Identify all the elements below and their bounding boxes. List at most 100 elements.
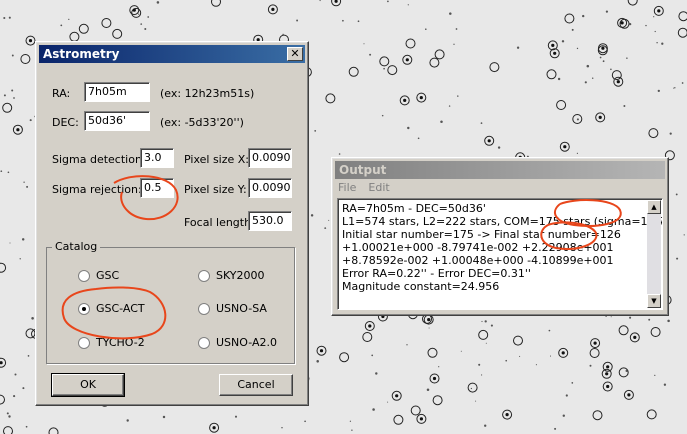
star-dot (310, 214, 314, 217)
star-dot (613, 78, 616, 80)
output-line: +8.78592e-002 +1.00048e+000 -4.10899e+00… (342, 254, 614, 267)
star-marker (399, 95, 410, 106)
output-titlebar[interactable]: Output (335, 161, 665, 179)
star-marker (429, 373, 440, 384)
star-marker (629, 332, 640, 343)
output-scrollbar[interactable]: ▲ ▼ (647, 200, 661, 308)
star-marker (25, 328, 36, 339)
catalog-radio-label: GSC-ACT (96, 302, 145, 315)
star-marker (12, 124, 23, 135)
star-dot (425, 28, 427, 30)
sigma-detection-input[interactable]: 3.0 (140, 148, 174, 168)
catalog-radio-label: SKY2000 (216, 269, 265, 282)
star-dot (314, 130, 317, 132)
star-marker (602, 361, 613, 372)
star-dot (381, 114, 384, 117)
output-text-area[interactable]: RA=7h05m - DEC=50d36' L1=574 stars, L2=2… (337, 198, 663, 310)
star-dot (591, 77, 594, 79)
catalog-radio-usno-sa[interactable]: USNO-SA (198, 302, 267, 315)
pixel-size-y-input[interactable]: 0.0090 (248, 178, 292, 198)
scroll-down-icon[interactable]: ▼ (647, 294, 661, 308)
star-marker (650, 327, 661, 337)
star-dot (140, 23, 143, 25)
star-marker (432, 395, 443, 406)
star-dot (602, 60, 605, 63)
star-dot (475, 400, 477, 402)
catalog-radio-gsc[interactable]: GSC (78, 269, 119, 282)
star-dot (449, 12, 452, 15)
star-marker (502, 409, 513, 420)
star-dot (9, 242, 11, 244)
star-dot (481, 320, 483, 323)
star-dot (60, 24, 63, 27)
catalog-radio-label: GSC (96, 269, 120, 282)
star-dot (342, 19, 344, 22)
star-dot (407, 4, 409, 6)
catalog-radio-sky2000[interactable]: SKY2000 (198, 269, 265, 282)
star-marker (362, 332, 373, 342)
star-dot (610, 316, 612, 318)
star-marker (595, 112, 606, 123)
dec-input[interactable]: 50d36' (84, 111, 150, 131)
star-dot (375, 372, 378, 375)
star-marker (112, 28, 123, 39)
star-marker (592, 410, 603, 421)
close-button[interactable]: ✕ (287, 47, 303, 61)
star-dot (571, 382, 574, 384)
star-dot (599, 56, 602, 59)
star-dot (316, 360, 319, 363)
star-marker (0, 262, 7, 273)
star-dot (557, 77, 561, 81)
output-menubar: File Edit (336, 181, 390, 197)
star-marker (0, 357, 7, 368)
star-dot (562, 414, 565, 417)
star-dot (0, 170, 3, 173)
star-marker (602, 381, 613, 392)
star-dot (3, 94, 6, 97)
cancel-button[interactable]: Cancel (219, 374, 293, 396)
star-marker (564, 13, 575, 24)
pixel-size-x-label: Pixel size X: (184, 153, 250, 166)
star-dot (576, 118, 579, 121)
catalog-radio-usno-a2[interactable]: USNO-A2.0 (198, 336, 277, 349)
star-marker (513, 335, 523, 346)
star-dot (440, 120, 443, 124)
catalog-radio-label: TYCHO-2 (96, 336, 145, 349)
star-dot (654, 30, 656, 33)
star-dot (674, 87, 676, 89)
star-marker (547, 40, 558, 51)
catalog-radio-tycho-2[interactable]: TYCHO-2 (78, 336, 145, 349)
star-dot (138, 13, 140, 15)
star-dot (505, 359, 508, 362)
star-dot (8, 16, 11, 19)
star-dot (661, 42, 664, 45)
star-dot (663, 383, 667, 386)
ra-input[interactable]: 7h05m (84, 82, 150, 102)
star-marker (209, 422, 220, 433)
star-dot (31, 317, 34, 320)
star-dot (22, 387, 25, 390)
star-dot (426, 388, 430, 391)
star-marker (678, 11, 687, 22)
star-dot (363, 43, 365, 45)
close-icon: ✕ (290, 47, 300, 60)
astrometry-titlebar[interactable]: Astrometry ✕ (39, 45, 305, 63)
sigma-rejection-input[interactable]: 0.5 (140, 178, 174, 198)
star-dot (8, 415, 11, 418)
scroll-up-icon[interactable]: ▲ (647, 200, 661, 214)
star-dot (516, 46, 520, 49)
star-dot (324, 227, 327, 230)
astrometry-title: Astrometry (43, 47, 120, 61)
star-marker (429, 57, 440, 68)
star-marker (597, 43, 608, 54)
menu-file[interactable]: File (338, 181, 356, 197)
pixel-size-x-input[interactable]: 0.0090 (248, 148, 292, 168)
ok-button[interactable]: OK (51, 373, 125, 397)
menu-edit[interactable]: Edit (368, 181, 389, 197)
star-dot (304, 420, 306, 423)
focal-length-input[interactable]: 530.0 (248, 211, 292, 231)
star-dot (484, 320, 487, 323)
star-dot (296, 19, 299, 22)
dec-example: (ex: -5d33'20'') (160, 116, 244, 129)
catalog-radio-gsc-act[interactable]: GSC-ACT (78, 302, 145, 315)
